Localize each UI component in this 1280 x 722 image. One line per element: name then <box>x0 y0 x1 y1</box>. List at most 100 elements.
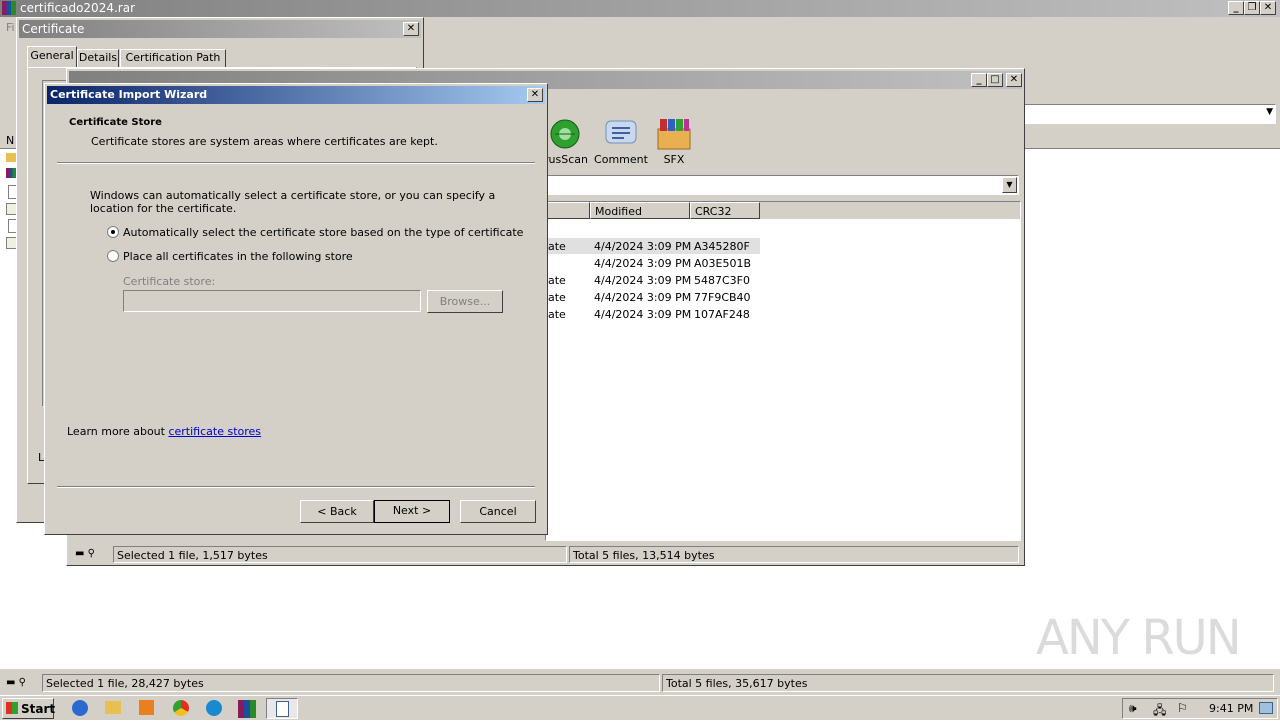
row-type: ate <box>548 308 566 321</box>
file-menu[interactable]: Fi <box>6 21 15 34</box>
virusscan-tool[interactable]: rusScan <box>544 115 595 169</box>
row-crc: A03E501B <box>694 257 752 270</box>
flag-icon[interactable]: ⚐ <box>1177 701 1193 717</box>
minimize-button[interactable]: _ <box>1228 1 1244 15</box>
certificate-store-field[interactable] <box>123 290 421 312</box>
radio-unselected-icon <box>107 250 119 262</box>
row-type: ate <box>548 240 566 253</box>
wizard-description: Windows can automatically select a certi… <box>90 189 496 215</box>
archive-statusbar: ▬ ⚲ Selected 1 file, 1,517 bytes Total 5… <box>69 545 1022 564</box>
tab-general[interactable]: General <box>27 46 77 69</box>
cancel-label: Cancel <box>479 505 517 518</box>
wizard-title: Certificate Import Wizard <box>50 88 208 101</box>
close-button[interactable]: ✕ <box>1260 1 1276 15</box>
quicklaunch-chrome-icon[interactable] <box>173 700 189 716</box>
archive-status-left-text: Selected 1 file, 1,517 bytes <box>117 549 268 562</box>
tab-certification-path[interactable]: Certification Path <box>120 49 226 69</box>
table-row[interactable]: ate 4/4/2024 3:09 PM 77F9CB40 <box>546 289 760 305</box>
watermark-text: ANY RUN <box>1036 610 1242 666</box>
type-column-header[interactable] <box>546 202 590 219</box>
row-crc: 107AF248 <box>694 308 750 321</box>
tab-certification-path-label: Certification Path <box>125 51 221 64</box>
quicklaunch-ie-icon[interactable] <box>72 700 88 716</box>
archive-icon <box>6 168 16 178</box>
archive-path-dropdown[interactable]: ▼ <box>545 175 1019 195</box>
wizard-footer-divider <box>57 486 535 488</box>
certificate-stores-link[interactable]: certificate stores <box>168 425 261 438</box>
drive-icon: ▬ ⚲ <box>6 677 26 688</box>
row-crc: 5487C3F0 <box>694 274 750 287</box>
wizard-subheading: Certificate stores are system areas wher… <box>91 135 438 148</box>
quicklaunch-folder-icon[interactable] <box>105 701 121 714</box>
crc32-column-header[interactable]: CRC32 <box>690 202 760 219</box>
drive-icon: ▬ ⚲ <box>75 548 95 559</box>
certificate-tabs: General Details Certification Path <box>27 46 417 69</box>
wizard-heading: Certificate Store <box>69 117 162 128</box>
tab-details[interactable]: Details <box>77 49 119 69</box>
row-modified: 4/4/2024 3:09 PM <box>594 308 692 321</box>
main-statusbar: ▬ ⚲ Selected 1 file, 28,427 bytes Total … <box>0 673 1280 693</box>
wizard-header: Certificate Store Certificate stores are… <box>47 105 545 161</box>
show-desktop-icon[interactable] <box>1259 702 1273 714</box>
next-button[interactable]: Next > <box>374 500 450 523</box>
browse-label: Browse... <box>439 295 491 308</box>
chevron-down-icon[interactable]: ▼ <box>1002 177 1017 193</box>
system-tray: 🕪 🖧 ⚐ 9:41 PM <box>1122 698 1278 719</box>
comment-label: Comment <box>594 153 648 166</box>
volume-icon[interactable]: 🕪 <box>1129 701 1145 717</box>
archive-file-list[interactable]: Modified CRC32 ate 4/4/2024 3:09 PM A345… <box>545 201 1021 541</box>
archive-minimize-button[interactable]: _ <box>971 73 987 87</box>
back-button[interactable]: < Back <box>300 500 374 523</box>
wizard-header-divider <box>57 162 535 164</box>
manual-store-radio[interactable]: Place all certificates in the following … <box>107 249 527 265</box>
archive-status-left: Selected 1 file, 1,517 bytes <box>113 546 567 563</box>
row-modified: 4/4/2024 3:09 PM <box>594 291 692 304</box>
taskbar-winrar-button[interactable] <box>234 698 262 719</box>
chevron-down-icon: ▼ <box>1266 107 1273 117</box>
cancel-button[interactable]: Cancel <box>460 500 536 523</box>
auto-select-radio[interactable]: Automatically select the certificate sto… <box>107 225 527 241</box>
network-icon[interactable]: 🖧 <box>1153 701 1169 717</box>
row-crc: A345280F <box>694 240 750 253</box>
table-row[interactable]: 4/4/2024 3:09 PM A03E501B <box>546 255 760 271</box>
sfx-tool[interactable]: SFX <box>649 115 699 169</box>
certificate-titlebar: Certificate ✕ <box>19 20 421 38</box>
restore-button[interactable]: ❐ <box>1244 1 1260 15</box>
back-label: < Back <box>317 505 357 518</box>
browse-button[interactable]: Browse... <box>427 290 503 313</box>
start-label: Start <box>21 702 56 716</box>
sfx-label: SFX <box>663 153 685 166</box>
main-status-right-text: Total 5 files, 35,617 bytes <box>666 677 808 690</box>
archive-maximize-button[interactable]: □ <box>987 73 1003 87</box>
modified-column-label: Modified <box>595 205 642 218</box>
tab-general-label: General <box>30 49 74 62</box>
wizard-close-button[interactable]: ✕ <box>527 88 543 102</box>
radio-selected-icon <box>107 226 119 238</box>
learn-more: Learn more about certificate stores <box>67 425 261 438</box>
main-status-right: Total 5 files, 35,617 bytes <box>662 674 1274 692</box>
table-row[interactable]: ate 4/4/2024 3:09 PM A345280F <box>546 238 760 254</box>
next-label: Next > <box>392 504 432 517</box>
import-wizard-dialog: Certificate Import Wizard ✕ Certificate … <box>44 83 548 535</box>
taskbar: Start 🕪 🖧 ⚐ 9:41 PM <box>0 695 1280 720</box>
taskbar-certificate-button[interactable] <box>266 698 298 719</box>
archive-close-button[interactable]: ✕ <box>1006 73 1022 87</box>
table-row[interactable]: ate 4/4/2024 3:09 PM 5487C3F0 <box>546 272 760 288</box>
quicklaunch-media-icon[interactable] <box>139 700 154 715</box>
row-type: ate <box>548 274 566 287</box>
row-modified: 4/4/2024 3:09 PM <box>594 274 692 287</box>
comment-tool[interactable]: Comment <box>593 115 649 169</box>
main-title: certificado2024.rar <box>20 1 135 15</box>
manual-store-label: Place all certificates in the following … <box>123 250 353 263</box>
tab-details-label: Details <box>78 51 118 64</box>
main-address-dropdown[interactable]: ▼ <box>1024 104 1276 124</box>
clock[interactable]: 9:41 PM <box>1209 702 1253 715</box>
row-modified: 4/4/2024 3:09 PM <box>594 240 692 253</box>
folder-icon <box>6 153 16 162</box>
start-button[interactable]: Start <box>2 698 56 719</box>
table-row[interactable]: ate 4/4/2024 3:09 PM 107AF248 <box>546 306 760 322</box>
certificate-close-button[interactable]: ✕ <box>403 22 419 36</box>
modified-column-header[interactable]: Modified <box>590 202 690 219</box>
name-column-header[interactable]: N <box>6 134 14 147</box>
quicklaunch-edge-icon[interactable] <box>206 700 222 716</box>
